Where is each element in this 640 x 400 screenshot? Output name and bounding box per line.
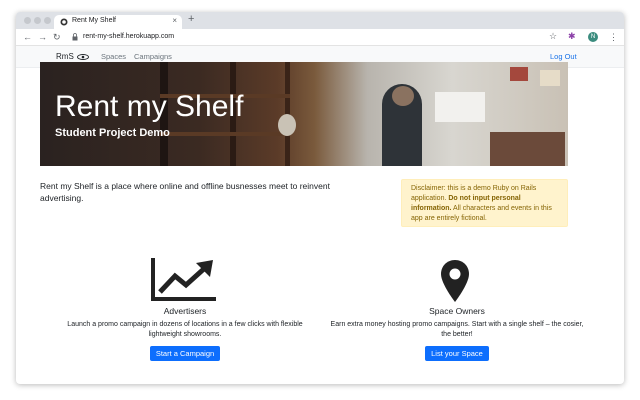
feature-space-owners: Space Owners Earn extra money hosting pr… <box>326 306 588 361</box>
extension-icon[interactable]: ✱ <box>568 31 576 42</box>
lock-icon <box>72 33 78 41</box>
hero-banner: Rent my Shelf Student Project Demo <box>40 62 568 166</box>
new-tab-button[interactable]: + <box>188 13 194 25</box>
feature-advertisers: Advertisers Launch a promo campaign in d… <box>60 306 310 361</box>
close-window-dot[interactable] <box>24 17 31 24</box>
reload-icon[interactable]: ↻ <box>53 32 61 43</box>
feature-title: Space Owners <box>429 306 485 316</box>
maximize-window-dot[interactable] <box>44 17 51 24</box>
tab-close-icon[interactable]: × <box>172 16 177 25</box>
back-icon[interactable]: ← <box>23 32 32 43</box>
url-text: rent-my-shelf.herokuapp.com <box>83 33 175 40</box>
hero-subtitle: Student Project Demo <box>55 127 170 139</box>
address-bar[interactable]: rent-my-shelf.herokuapp.com <box>69 31 589 44</box>
trending-up-icon <box>151 258 216 301</box>
browser-tab[interactable]: Rent My Shelf × <box>54 15 182 29</box>
bookmark-star-icon[interactable]: ☆ <box>549 31 557 42</box>
intro-text: Rent my Shelf is a place where online an… <box>40 181 330 203</box>
feature-text: Launch a promo campaign in dozens of loc… <box>67 321 303 338</box>
disclaimer-alert: Disclaimer: this is a demo Ruby on Rails… <box>401 179 568 227</box>
feature-text: Earn extra money hosting promo campaigns… <box>330 321 584 338</box>
hero-title: Rent my Shelf <box>55 90 244 123</box>
feature-title: Advertisers <box>163 306 207 316</box>
minimize-window-dot[interactable] <box>34 17 41 24</box>
tab-title: Rent My Shelf <box>72 17 116 24</box>
start-campaign-button[interactable]: Start a Campaign <box>149 346 221 361</box>
map-pin-icon <box>441 260 469 302</box>
forward-icon[interactable]: → <box>38 32 47 43</box>
browser-menu-icon[interactable]: ⋮ <box>609 32 618 43</box>
eye-icon <box>77 54 89 60</box>
tab-strip: Rent My Shelf × + <box>16 12 624 29</box>
list-space-button[interactable]: List your Space <box>425 346 489 361</box>
address-toolbar: ← → ↻ rent-my-shelf.herokuapp.com ☆ ✱ N … <box>16 29 624 46</box>
logout-link[interactable]: Log Out <box>550 52 577 61</box>
nav-link-campaigns[interactable]: Campaigns <box>134 52 172 61</box>
brand-logo[interactable]: RmS <box>56 52 74 61</box>
profile-avatar[interactable]: N <box>588 32 598 42</box>
nav-link-spaces[interactable]: Spaces <box>101 52 126 61</box>
globe-icon <box>60 18 68 26</box>
